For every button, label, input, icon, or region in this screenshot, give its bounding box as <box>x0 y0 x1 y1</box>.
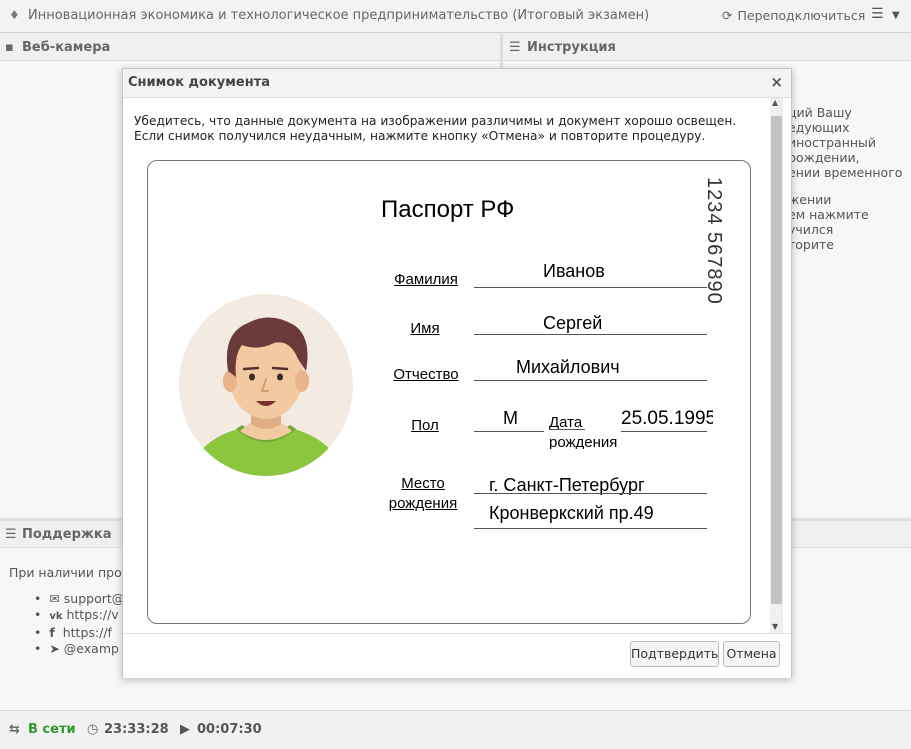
top-bar: ♦ Инновационная экономика и технологическ… <box>0 0 911 33</box>
menu-button[interactable]: ☰ ▼ <box>871 6 900 22</box>
passport-serial: 1234 567890 <box>703 177 725 305</box>
birthplace-label: Место рождения <box>388 475 458 512</box>
scrollbar-thumb[interactable] <box>771 116 782 604</box>
document-snapshot-dialog: Снимок документа × Убедитесь, что данные… <box>122 68 792 678</box>
dialog-body: Убедитесь, что данные документа на изобр… <box>123 98 791 633</box>
close-icon[interactable]: × <box>770 73 783 91</box>
dialog-header: Снимок документа × <box>123 69 791 98</box>
instruction-panel-title: Инструкция <box>527 40 616 55</box>
dialog-instruction: Убедитесь, что данные документа на изобр… <box>134 114 737 143</box>
scroll-down-icon[interactable]: ▼ <box>772 622 778 631</box>
refresh-icon: ⟳ <box>722 8 733 23</box>
birthdate-line <box>621 431 707 432</box>
tag-icon: ♦ <box>9 8 20 22</box>
facebook-icon: f <box>49 625 55 640</box>
instruction-text: ций Вашу едующих иностранный рождении, е… <box>788 105 903 252</box>
instruction-panel-header: ☰ Инструкция <box>503 34 911 61</box>
caret-down-icon: ▼ <box>892 10 900 21</box>
webcam-panel-header: ▪ Веб-камера <box>0 34 500 61</box>
dialog-scrollbar[interactable]: ▲ ▼ <box>770 98 783 633</box>
elapsed-timer: 00:07:30 <box>197 722 262 737</box>
sex-line <box>474 431 544 432</box>
list-icon: ☰ <box>509 40 521 55</box>
telegram-icon: ➤ <box>49 641 60 656</box>
confirm-button[interactable]: Подтвердить <box>630 641 719 667</box>
envelope-icon: ✉ <box>49 591 60 606</box>
birthplace-line1-underline <box>474 493 707 494</box>
vk-icon: vk <box>49 611 63 622</box>
exam-title: ♦ Инновационная экономика и технологическ… <box>9 8 650 23</box>
name-value: Сергей <box>543 313 603 333</box>
cancel-button[interactable]: Отмена <box>723 641 780 667</box>
list-icon: ☰ <box>5 527 17 542</box>
dialog-title: Снимок документа <box>128 75 270 90</box>
play-icon: ▶ <box>180 722 190 737</box>
video-icon: ▪ <box>5 40 14 55</box>
patronymic-value: Михайлович <box>516 357 620 377</box>
support-panel-title: Поддержка <box>22 527 112 542</box>
sex-label: Пол <box>411 417 439 434</box>
surname-line <box>474 287 707 288</box>
sex-value: М <box>503 408 518 428</box>
clock-icon: ◷ <box>87 722 99 737</box>
arrows-icon: ⇆ <box>9 722 20 737</box>
status-bar: ⇆ В сети ◷ 23:33:28 ▶ 00:07:30 <box>0 710 911 749</box>
hamburger-icon: ☰ <box>871 6 884 22</box>
name-line <box>474 334 707 335</box>
passport-image: Паспорт РФ 1234 567890 Фамилия Иванов Им… <box>147 160 751 624</box>
list-item[interactable]: • f https://f <box>34 625 124 641</box>
birthplace-line2-underline <box>474 528 707 529</box>
birthplace-line2: Кронверкский пр.49 <box>489 503 654 523</box>
scroll-up-icon[interactable]: ▲ <box>772 98 778 107</box>
passport-title: Паспорт РФ <box>381 196 515 223</box>
list-item[interactable]: • ✉ support@ <box>34 591 124 607</box>
support-intro: При наличии проб <box>9 565 130 580</box>
dialog-footer: Подтвердить Отмена <box>123 633 791 678</box>
patronymic-line <box>474 380 707 381</box>
birthdate-value: 25.05.1995 <box>621 408 713 429</box>
reconnect-button[interactable]: ⟳ Переподключиться <box>722 8 865 23</box>
surname-value: Иванов <box>543 261 605 281</box>
clock-time: 23:33:28 <box>104 722 169 737</box>
birthdate-label: Дата рождения <box>549 414 618 449</box>
support-list: • ✉ support@ • vk https://v • f https://… <box>34 591 124 657</box>
surname-label: Фамилия <box>394 271 458 288</box>
birthdate-label-underline <box>549 429 585 430</box>
list-item[interactable]: • ➤ @examp <box>34 641 124 657</box>
webcam-panel-title: Веб-камера <box>22 40 111 55</box>
list-item[interactable]: • vk https://v <box>34 607 124 625</box>
online-status: В сети <box>28 722 76 737</box>
avatar <box>179 294 353 476</box>
name-label: Имя <box>410 320 440 337</box>
patronymic-label: Отчество <box>393 366 459 383</box>
